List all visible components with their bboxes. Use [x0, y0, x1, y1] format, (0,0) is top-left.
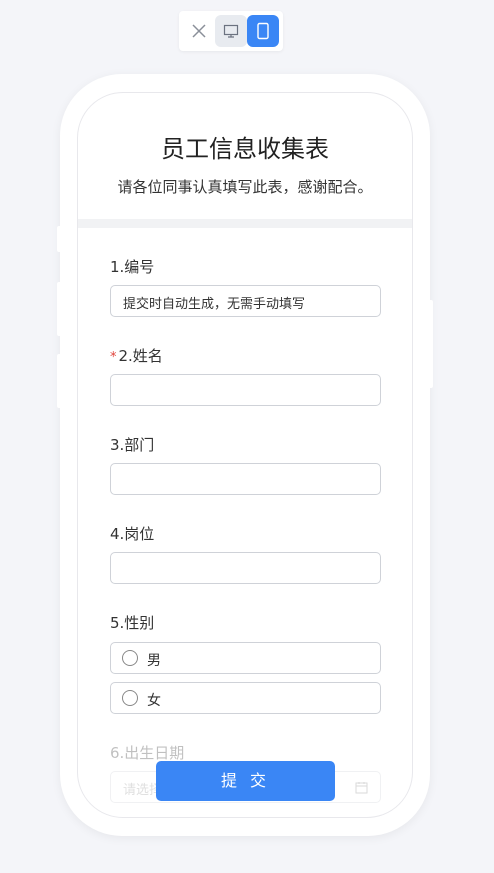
form-title: 员工信息收集表 — [161, 135, 329, 163]
submit-button[interactable]: 提 交 — [156, 761, 335, 801]
calendar-icon — [355, 782, 368, 794]
field-label-birthdate: 6.出生日期 — [110, 744, 185, 762]
close-icon — [192, 24, 206, 38]
radio-option-female[interactable]: 女 — [110, 682, 381, 714]
name-input[interactable] — [110, 374, 381, 406]
preview-toolbar — [179, 11, 283, 51]
id-field[interactable]: 提交时自动生成，无需手动填写 — [110, 285, 381, 317]
mobile-icon — [257, 22, 269, 40]
radio-label-female: 女 — [147, 693, 161, 709]
phone-side-button — [57, 282, 62, 336]
field-label-name: * 2.姓名 — [110, 345, 163, 366]
radio-label-male: 男 — [147, 653, 161, 669]
desktop-icon — [223, 24, 239, 38]
radio-option-male[interactable]: 男 — [110, 642, 381, 674]
position-input[interactable] — [110, 552, 381, 584]
department-input[interactable] — [110, 463, 381, 495]
field-label-gender: 5.性别 — [110, 614, 155, 632]
phone-screen: 员工信息收集表 请各位同事认真填写此表，感谢配合。 1.编号 提交时自动生成，无… — [77, 92, 413, 818]
field-label-department: 3.部门 — [110, 436, 155, 454]
mobile-view-button[interactable] — [247, 15, 279, 47]
phone-frame: 员工信息收集表 请各位同事认真填写此表，感谢配合。 1.编号 提交时自动生成，无… — [57, 74, 433, 836]
field-label-position: 4.岗位 — [110, 525, 155, 543]
required-mark: * — [110, 350, 117, 365]
phone-side-button — [57, 226, 62, 252]
radio-circle — [122, 690, 138, 706]
form-subtitle: 请各位同事认真填写此表，感谢配合。 — [117, 178, 373, 196]
field-label-id: 1.编号 — [110, 258, 155, 276]
id-field-value: 提交时自动生成，无需手动填写 — [123, 297, 306, 312]
desktop-view-button[interactable] — [215, 15, 247, 47]
radio-circle — [122, 650, 138, 666]
section-divider — [78, 219, 412, 228]
field-label-name-text: 2.姓名 — [118, 347, 163, 365]
close-button[interactable] — [183, 15, 215, 47]
phone-side-button — [57, 354, 62, 408]
phone-side-button — [428, 300, 433, 388]
